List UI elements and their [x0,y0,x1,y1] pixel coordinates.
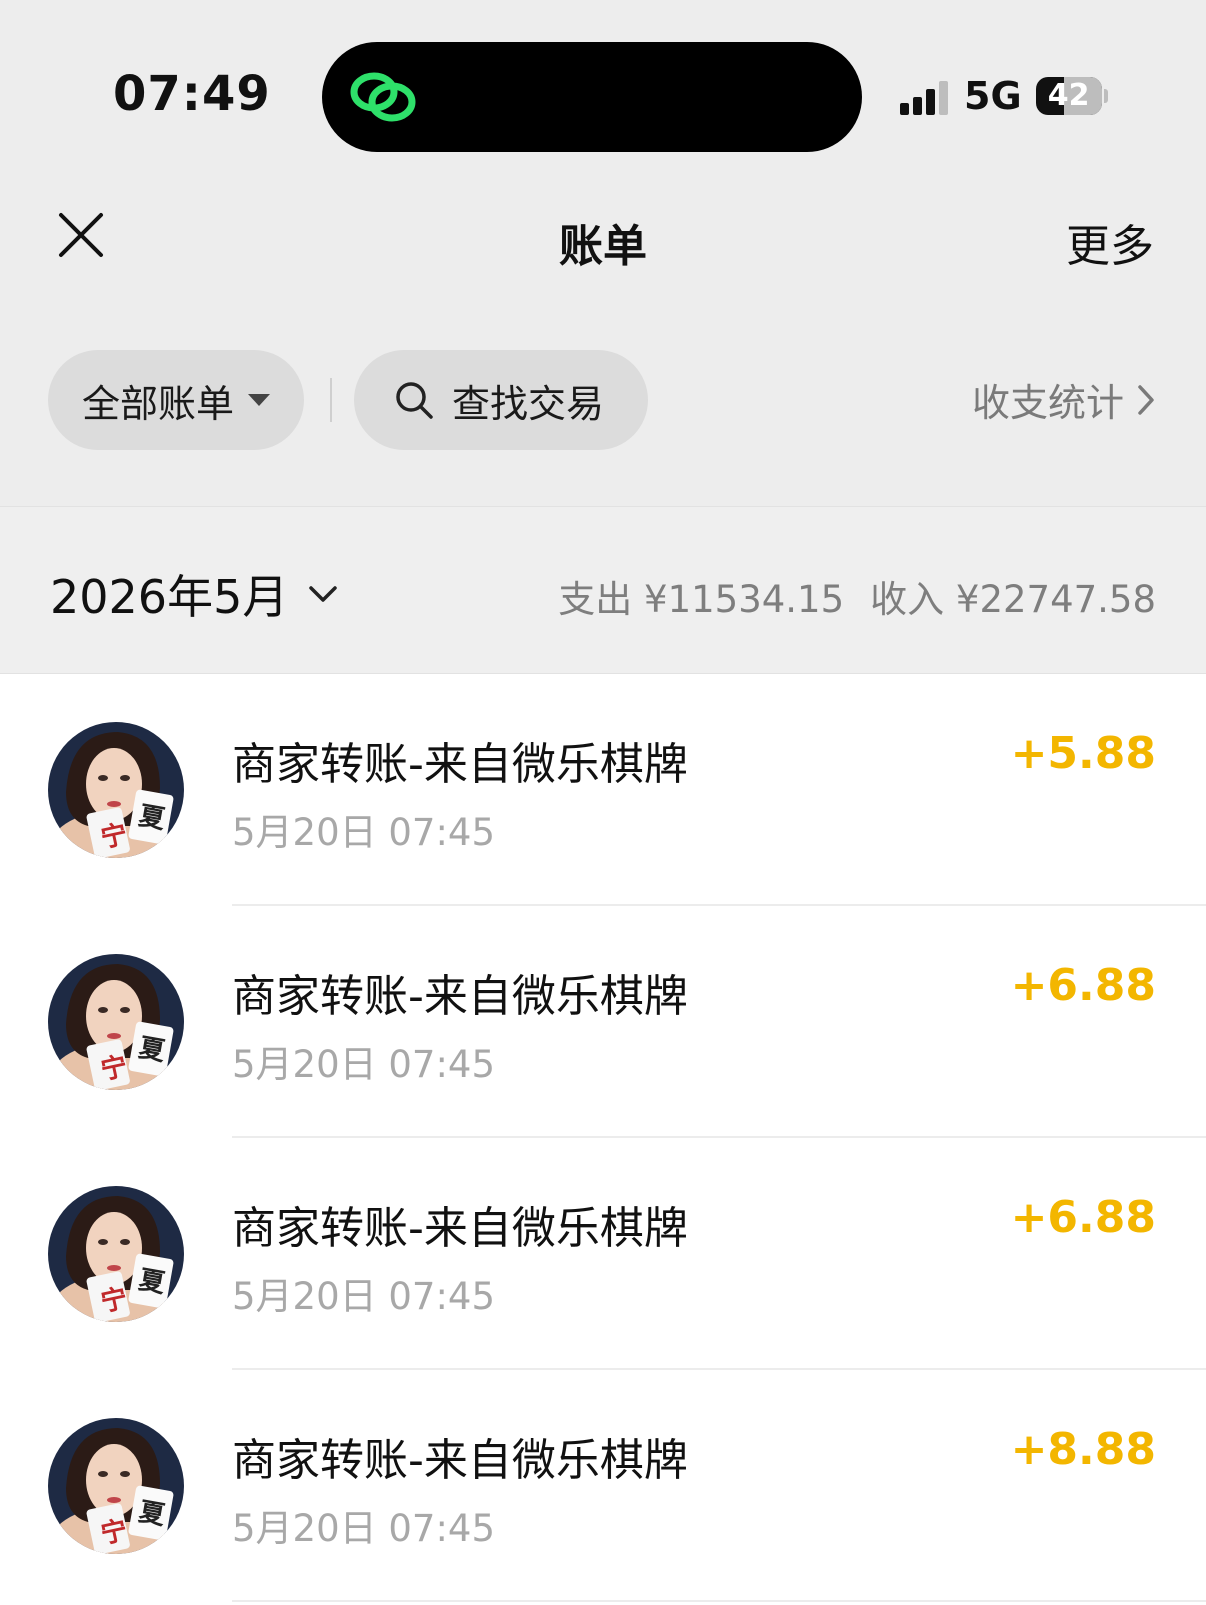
transaction-row[interactable]: 宁 夏 商家转账-来自微乐棋牌 5月20日 07:45 +6.88 [0,906,1206,1138]
chevron-right-icon [1138,384,1154,415]
transaction-amount: +6.88 [1010,960,1156,1011]
transaction-time: 5月20日 07:45 [232,811,496,854]
filter-divider [330,378,332,422]
transaction-amount: +6.88 [1010,1192,1156,1243]
battery-icon: 42 [1035,77,1102,115]
stats-label: 收支统计 [971,381,1124,425]
month-summary-bar: 2026年5月 支出 ¥11534.15 收入 ¥22747.58 [0,506,1206,674]
income-total: 收入 ¥22747.58 [870,578,1156,621]
signal-icon [900,77,948,115]
stats-link[interactable]: 收支统计 [972,372,1156,427]
search-transactions-button[interactable]: 查找交易 [354,350,648,450]
transaction-title: 商家转账-来自微乐棋牌 [232,1435,688,1486]
expense-total: 支出 ¥11534.15 [558,578,845,621]
transaction-time: 5月20日 07:45 [232,1507,496,1550]
transaction-time: 5月20日 07:45 [232,1275,496,1318]
transaction-row[interactable]: 宁 夏 商家转账-来自微乐棋牌 5月20日 07:45 +6.88 [0,1138,1206,1370]
status-indicators: 5G 42 [900,74,1108,118]
month-totals: 支出 ¥11534.15 收入 ¥22747.58 [558,569,1156,623]
merchant-avatar: 宁 夏 [48,1418,184,1554]
transaction-time: 5月20日 07:45 [232,1043,496,1086]
all-bills-label: 全部账单 [82,381,235,426]
header-area: 07:49 5G 42 账单 更多 全部账单 查找交易 收支统计 [0,0,1206,506]
status-time: 07:49 [113,66,271,122]
dynamic-island [322,42,862,152]
transaction-title: 商家转账-来自微乐棋牌 [232,1203,688,1254]
row-divider [232,1600,1206,1602]
search-icon [396,382,433,419]
merchant-avatar: 宁 夏 [48,1186,184,1322]
merchant-avatar: 宁 夏 [48,954,184,1090]
all-bills-filter[interactable]: 全部账单 [48,350,304,450]
transaction-amount: +8.88 [1010,1424,1156,1475]
more-button[interactable]: 更多 [1066,210,1154,274]
month-selector[interactable]: 2026年5月 [50,561,338,627]
chevron-down-icon [309,586,338,602]
merchant-avatar: 宁 夏 [48,722,184,858]
transaction-row[interactable]: 宁 夏 商家转账-来自微乐棋牌 5月20日 07:45 +8.88 [0,1370,1206,1602]
month-label: 2026年5月 [50,570,289,624]
network-type: 5G [964,74,1022,118]
battery-tip [1103,89,1108,103]
caret-down-icon [248,394,271,406]
transaction-amount: +5.88 [1010,728,1156,779]
transaction-row[interactable]: 宁 夏 商家转账-来自微乐棋牌 5月20日 07:45 +5.88 [0,674,1206,906]
battery-percent: 42 [1047,78,1090,113]
transaction-title: 商家转账-来自微乐棋牌 [232,971,688,1022]
link-app-icon [350,72,416,122]
page-title: 账单 [559,221,647,272]
transaction-list: 宁 夏 商家转账-来自微乐棋牌 5月20日 07:45 +5.88 宁 夏 商家… [0,674,1206,1602]
search-label: 查找交易 [452,381,605,426]
transaction-title: 商家转账-来自微乐棋牌 [232,739,688,790]
